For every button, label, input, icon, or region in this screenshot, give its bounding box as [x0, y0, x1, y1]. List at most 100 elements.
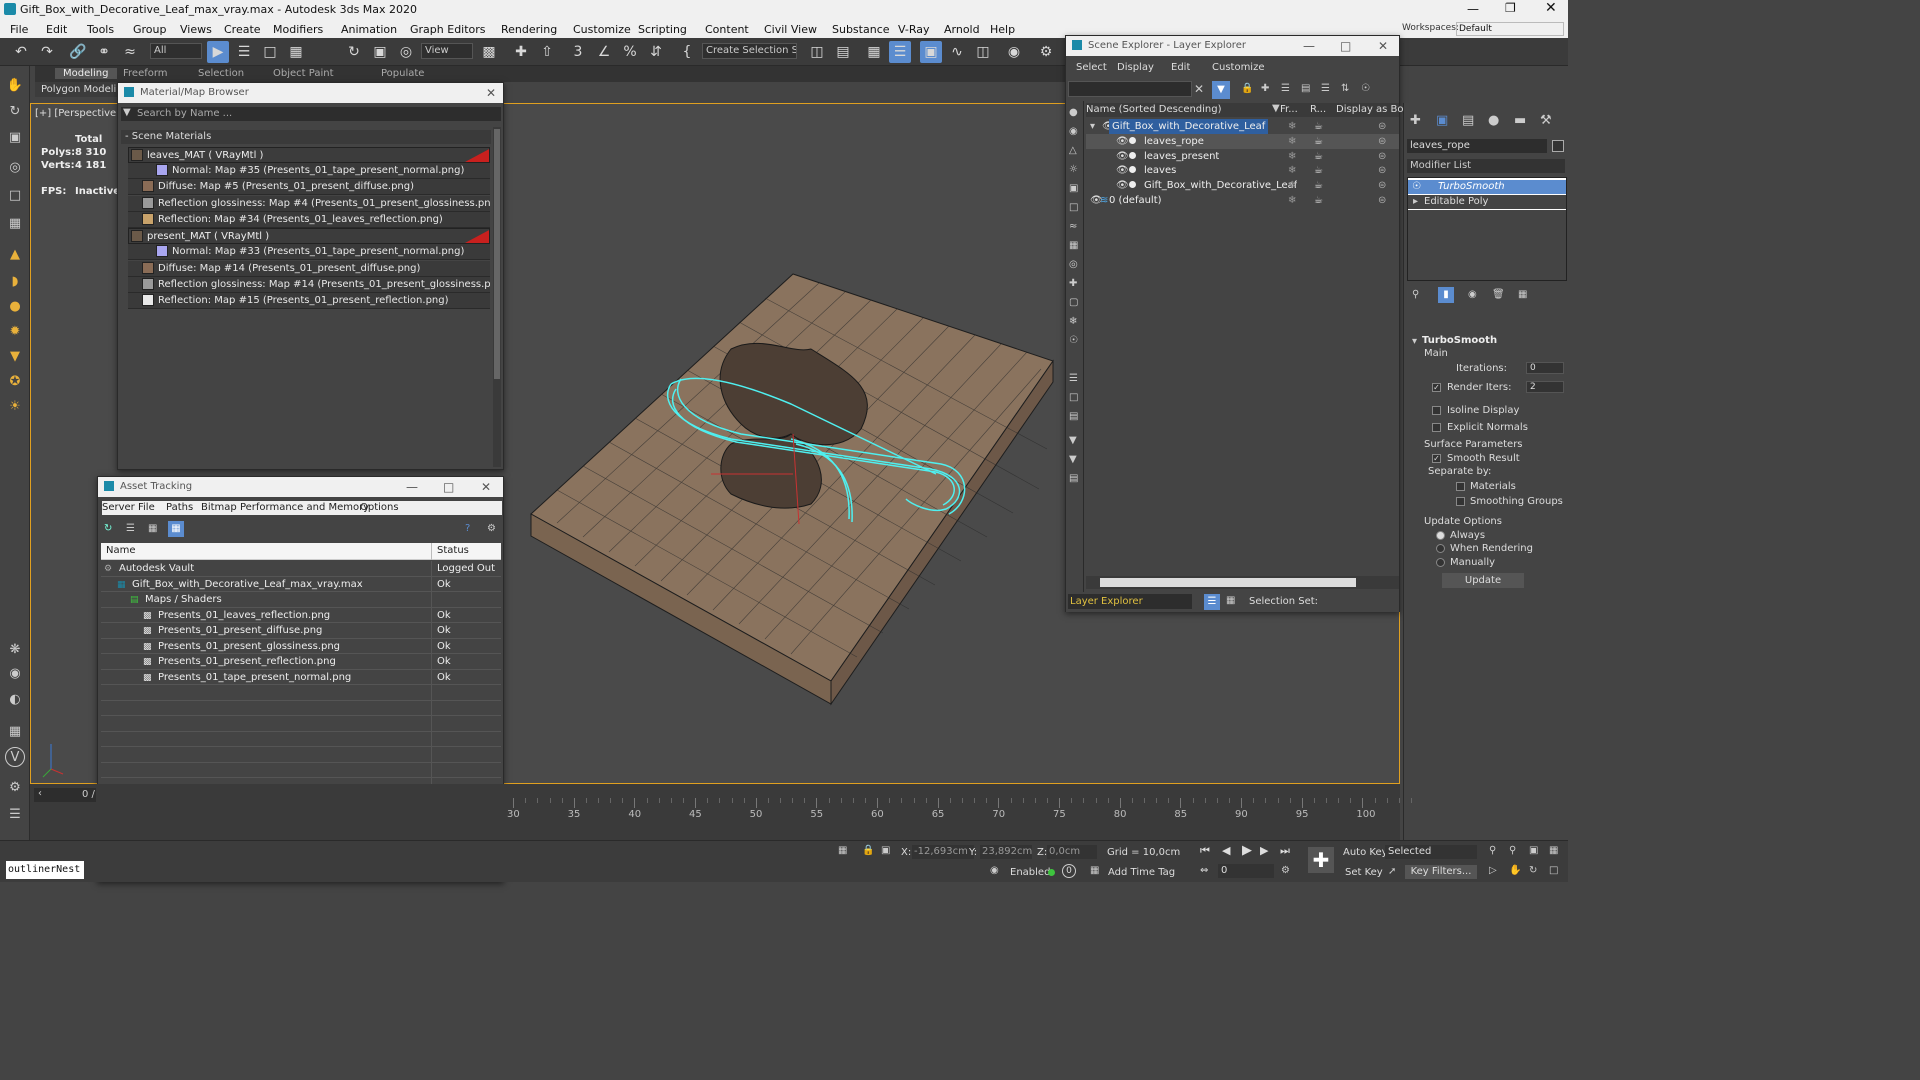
place-icon[interactable]: ◎ — [395, 41, 417, 63]
zoom-extents-icon[interactable]: ▣ — [1529, 845, 1538, 856]
freeze-icon[interactable]: ❄ — [1288, 163, 1296, 178]
reference-coordinate-dropdown[interactable]: View — [421, 43, 473, 59]
explorer-menu-select[interactable]: Select — [1076, 62, 1107, 73]
pin-stack-icon[interactable]: ⚲ — [1412, 289, 1419, 300]
select-object-icon[interactable]: ▶ — [207, 41, 229, 63]
sphere-icon[interactable]: ● — [5, 297, 25, 317]
render-iters-checkbox[interactable]: ✓ — [1432, 382, 1441, 392]
column-header-frozen[interactable]: Fr... — [1280, 104, 1298, 115]
link-icon[interactable]: 🔗 — [67, 41, 89, 63]
mirror-icon[interactable]: ◫ — [806, 41, 828, 63]
zoom-all-icon[interactable]: ⚲ — [1509, 845, 1516, 856]
unlink-icon[interactable]: ⚭ — [93, 41, 115, 63]
maximize-icon[interactable]: □ — [443, 477, 454, 497]
material-search-box[interactable]: ▼ Search by Name ... — [121, 107, 501, 121]
tree-icon[interactable]: ☉ — [1361, 83, 1370, 94]
menu-file[interactable]: File — [10, 23, 28, 36]
curve-editor-icon[interactable]: ∿ — [946, 41, 968, 63]
flame-icon[interactable]: ✪ — [5, 372, 25, 392]
isolate-selection-icon[interactable]: ▦ — [838, 845, 847, 856]
material-browser-titlebar[interactable]: Material/Map Browser ✕ — [118, 83, 503, 103]
window-crossing-icon[interactable]: ▦ — [285, 41, 307, 63]
menu-content[interactable]: Content — [705, 23, 749, 36]
goto-start-icon[interactable]: ⏮ — [1200, 844, 1210, 858]
asset-menu-options[interactable]: Options — [360, 502, 399, 513]
lights-icon[interactable]: ☼ — [1069, 164, 1078, 175]
smooth-result-checkbox[interactable]: ✓ — [1432, 453, 1441, 463]
sun-icon[interactable]: ☀ — [5, 397, 25, 417]
hierarchy-icon[interactable]: ▤ — [1301, 83, 1310, 94]
when-rendering-radio[interactable] — [1436, 543, 1445, 553]
hidden-icon[interactable]: ☉ — [1069, 335, 1078, 346]
display-box-icon[interactable]: ⊜ — [1378, 149, 1386, 164]
menu-tools[interactable]: Tools — [87, 23, 114, 36]
menu-views[interactable]: Views — [180, 23, 212, 36]
close-icon[interactable]: ✕ — [486, 83, 496, 103]
light-icon[interactable]: ◎ — [5, 158, 25, 178]
material-search-input[interactable]: Search by Name ... — [137, 108, 232, 119]
rotate-icon[interactable]: ↻ — [343, 41, 365, 63]
map-item[interactable]: Normal: Map #33 (Presents_01_tape_presen… — [128, 244, 490, 261]
display-box-icon[interactable]: ⊜ — [1378, 119, 1386, 134]
smoothing-groups-checkbox[interactable] — [1456, 496, 1465, 506]
render-teapot-icon[interactable]: ☕ — [1314, 178, 1323, 193]
absolute-mode-icon[interactable]: ▣ — [881, 845, 890, 856]
toggle-scene-explorer-icon[interactable]: ▦ — [863, 41, 885, 63]
selected-dropdown[interactable]: Selected — [1385, 845, 1477, 859]
menu-rendering[interactable]: Rendering — [501, 23, 557, 36]
sphere-grid-icon[interactable]: ◐ — [5, 690, 25, 710]
manually-radio[interactable] — [1436, 557, 1445, 567]
freeze-icon[interactable]: ❄ — [1288, 119, 1296, 134]
menu-v-ray[interactable]: V-Ray — [898, 23, 930, 36]
asset-menu-paths[interactable]: Paths — [166, 502, 193, 513]
menu-graph-editors[interactable]: Graph Editors — [410, 23, 486, 36]
menu-substance[interactable]: Substance — [832, 23, 890, 36]
visibility-eye-icon[interactable]: 👁 — [1116, 134, 1129, 149]
named-selection-set-dropdown[interactable]: Create Selection Se — [702, 43, 797, 59]
scene-explorer-scrollbar[interactable] — [1086, 576, 1399, 589]
frozen-icon[interactable]: ❄ — [1069, 316, 1077, 327]
zoom-extents-all-icon[interactable]: ▦ — [1549, 845, 1558, 856]
toggle-layer-explorer-icon[interactable]: ☰ — [889, 41, 911, 63]
helper-icon[interactable]: □ — [5, 186, 25, 206]
settings-icon[interactable]: ⚙ — [487, 523, 496, 534]
scale-icon[interactable]: ▣ — [369, 41, 391, 63]
materials-checkbox[interactable] — [1456, 481, 1465, 491]
minimize-icon[interactable]: — — [406, 477, 418, 497]
material-item[interactable]: present_MAT ( VRayMtl ) — [128, 228, 490, 245]
shapes-icon[interactable]: △ — [1069, 145, 1077, 156]
menu-group[interactable]: Group — [133, 23, 167, 36]
set-key-button[interactable]: Set Key — [1345, 867, 1383, 878]
zoom-icon[interactable]: ⚲ — [1489, 845, 1496, 856]
workspace-dropdown[interactable]: Default — [1456, 22, 1564, 36]
menu-help[interactable]: Help — [990, 23, 1015, 36]
map-item[interactable]: Reflection glossiness: Map #4 (Presents_… — [128, 195, 490, 212]
orbit-icon[interactable]: ↻ — [5, 102, 25, 122]
key-mode-icon[interactable]: ⇔ — [1200, 865, 1208, 876]
time-tag-icon[interactable]: 0 — [1062, 864, 1076, 878]
edit-named-selection-icon[interactable]: { — [676, 41, 698, 63]
asset-menu-server[interactable]: Server — [102, 502, 135, 513]
ribbon-tab-modeling[interactable]: Modeling — [55, 68, 117, 79]
folder-icon[interactable]: ▤ — [1069, 473, 1078, 484]
snaps-toggle-icon[interactable]: 3 — [567, 41, 589, 63]
column-header-name[interactable]: Name — [106, 545, 136, 556]
modifier-editable-poly[interactable]: ▸ Editable Poly — [1408, 195, 1566, 209]
map-item[interactable]: Reflection: Map #34 (Presents_01_leaves_… — [128, 211, 490, 228]
scene-tree-row[interactable]: 👁 leaves ❄ ☕ ⊜ — [1086, 163, 1399, 178]
scene-tree-row[interactable]: 👁 leaves_rope ❄ ☕ ⊜ — [1086, 133, 1399, 149]
column-header-render[interactable]: R... — [1310, 104, 1326, 115]
spinner-snap-icon[interactable]: ⇵ — [645, 41, 667, 63]
filter-toggle-icon[interactable]: ▼ — [1069, 435, 1077, 446]
display-box-icon[interactable]: ⊜ — [1378, 193, 1386, 208]
menu-create[interactable]: Create — [224, 23, 261, 36]
containers-icon[interactable]: ▢ — [1069, 297, 1078, 308]
render-teapot-icon[interactable]: ☕ — [1314, 134, 1323, 149]
menu-arnold[interactable]: Arnold — [944, 23, 980, 36]
sort-icon[interactable]: ⇅ — [1341, 83, 1349, 94]
layers-icon[interactable]: ☰ — [1281, 83, 1290, 94]
explorer-menu-display[interactable]: Display — [1117, 62, 1154, 73]
minimize-icon[interactable]: — — [1303, 36, 1315, 56]
asset-row[interactable]: ▤ Maps / Shaders — [101, 592, 501, 608]
freeze-icon[interactable]: ❄ — [1288, 149, 1296, 164]
